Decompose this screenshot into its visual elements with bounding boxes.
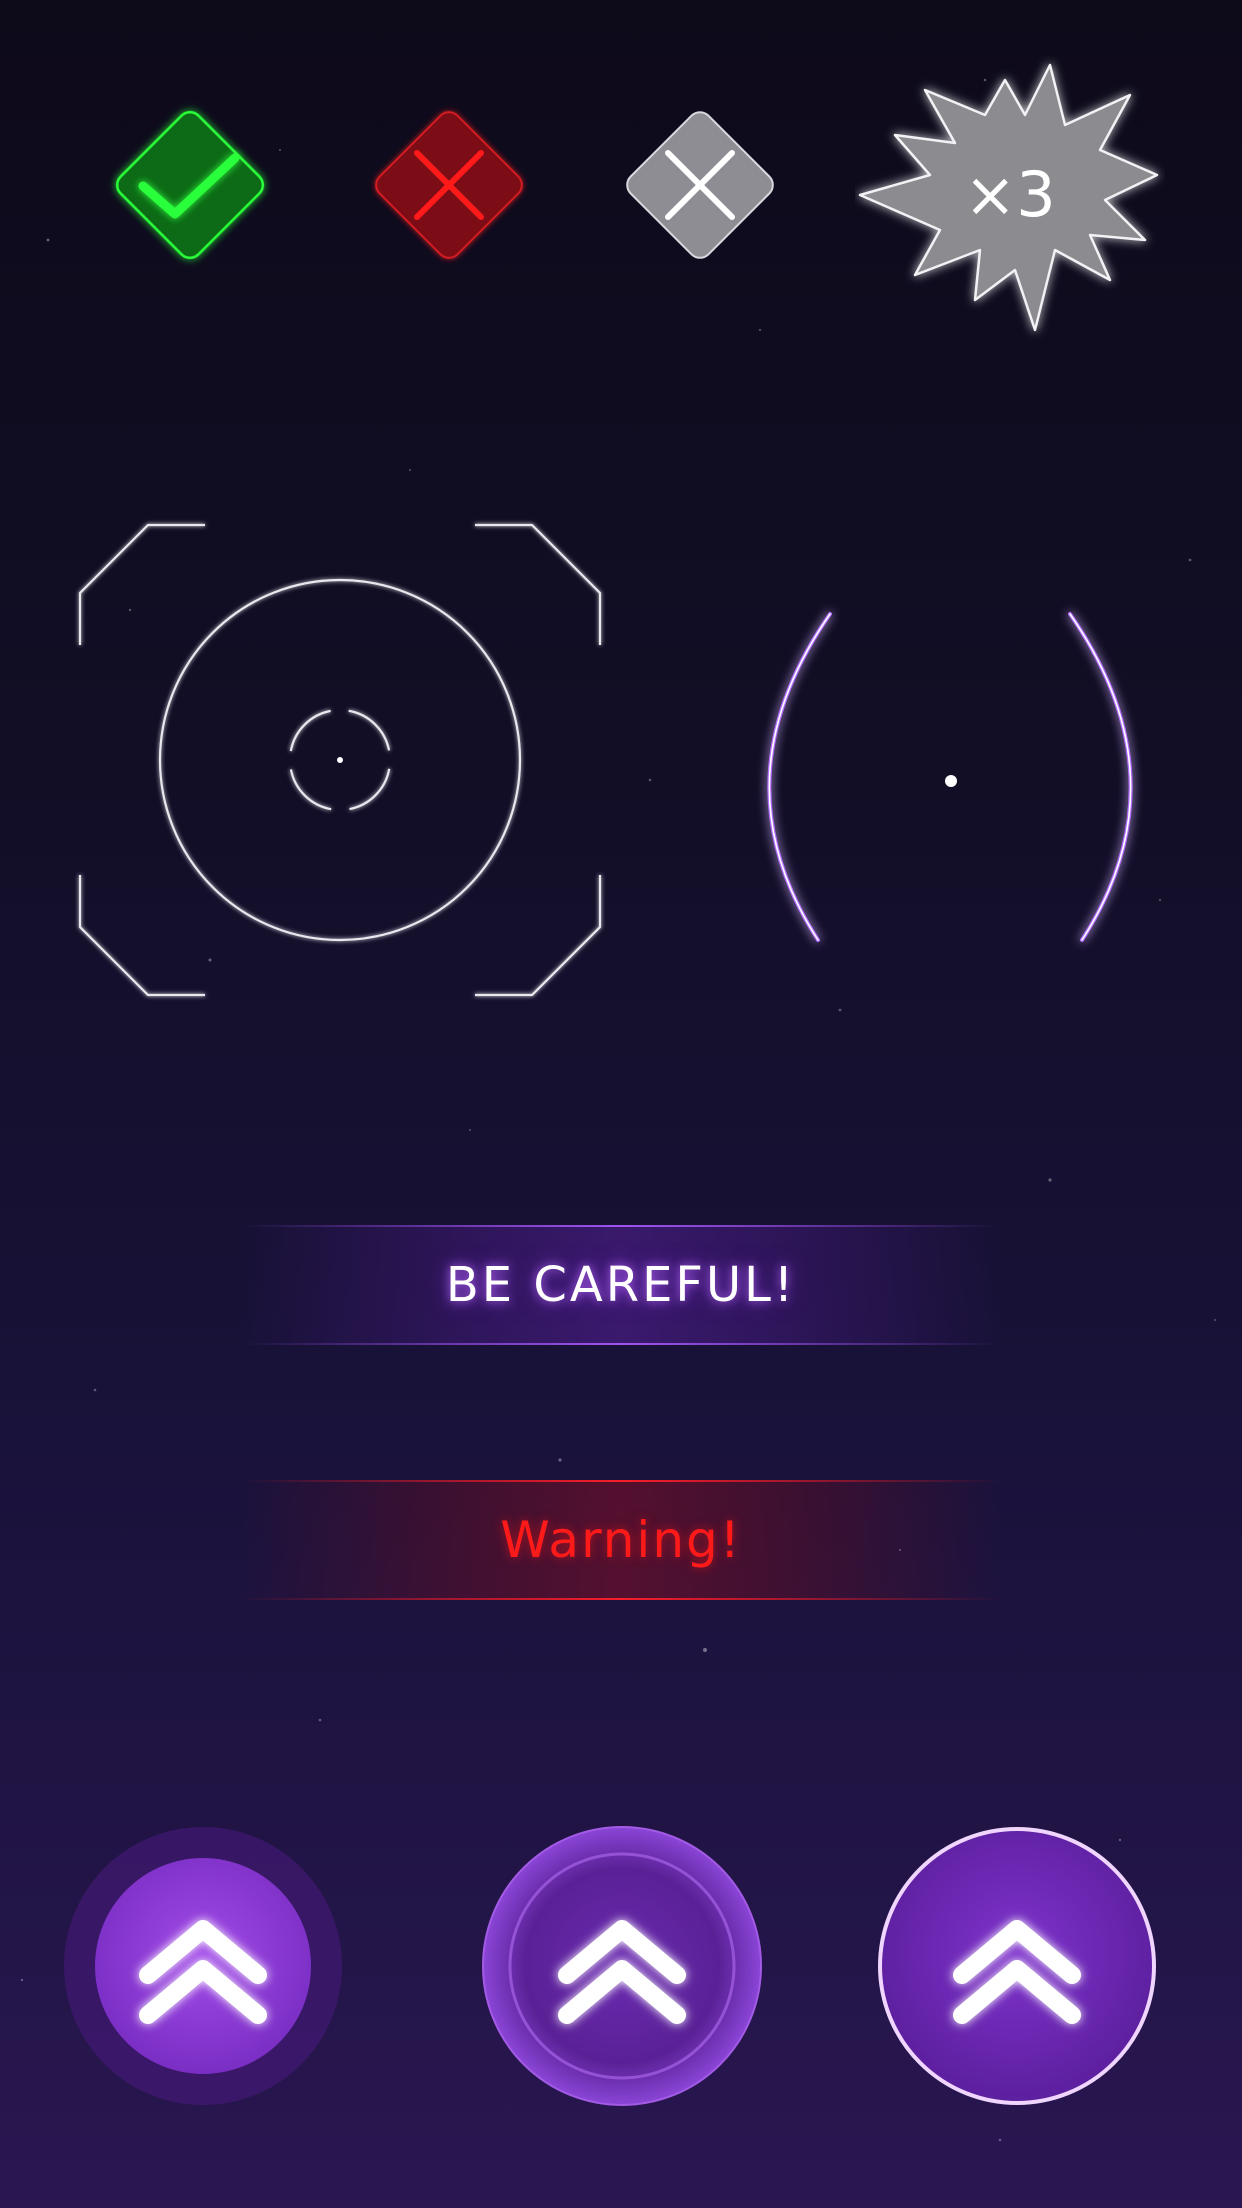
red-x-badge[interactable] xyxy=(354,90,544,280)
up-button-3[interactable] xyxy=(876,1825,1158,2107)
gray-x-badge[interactable] xyxy=(605,90,795,280)
center-dot xyxy=(337,757,343,763)
center-dot xyxy=(945,775,957,787)
multiplier-text: ×3 xyxy=(964,157,1056,231)
warning-banner: Warning! xyxy=(240,1480,1002,1600)
be-careful-banner: BE CAREFUL! xyxy=(240,1225,1002,1345)
banner-top-line xyxy=(240,1480,1002,1482)
arc-target xyxy=(767,612,1133,942)
crosshair-reticle xyxy=(78,523,602,997)
multiplier-burst-badge: ×3 xyxy=(855,55,1165,345)
banner-top-line xyxy=(240,1225,1002,1227)
warning-text: Warning! xyxy=(500,1511,742,1569)
up-button-2[interactable] xyxy=(481,1825,763,2107)
up-button-1[interactable] xyxy=(62,1825,344,2107)
banner-bottom-line xyxy=(240,1598,1002,1600)
banner-bottom-line xyxy=(240,1343,1002,1345)
be-careful-text: BE CAREFUL! xyxy=(445,1257,797,1313)
green-check-badge[interactable] xyxy=(95,90,285,280)
